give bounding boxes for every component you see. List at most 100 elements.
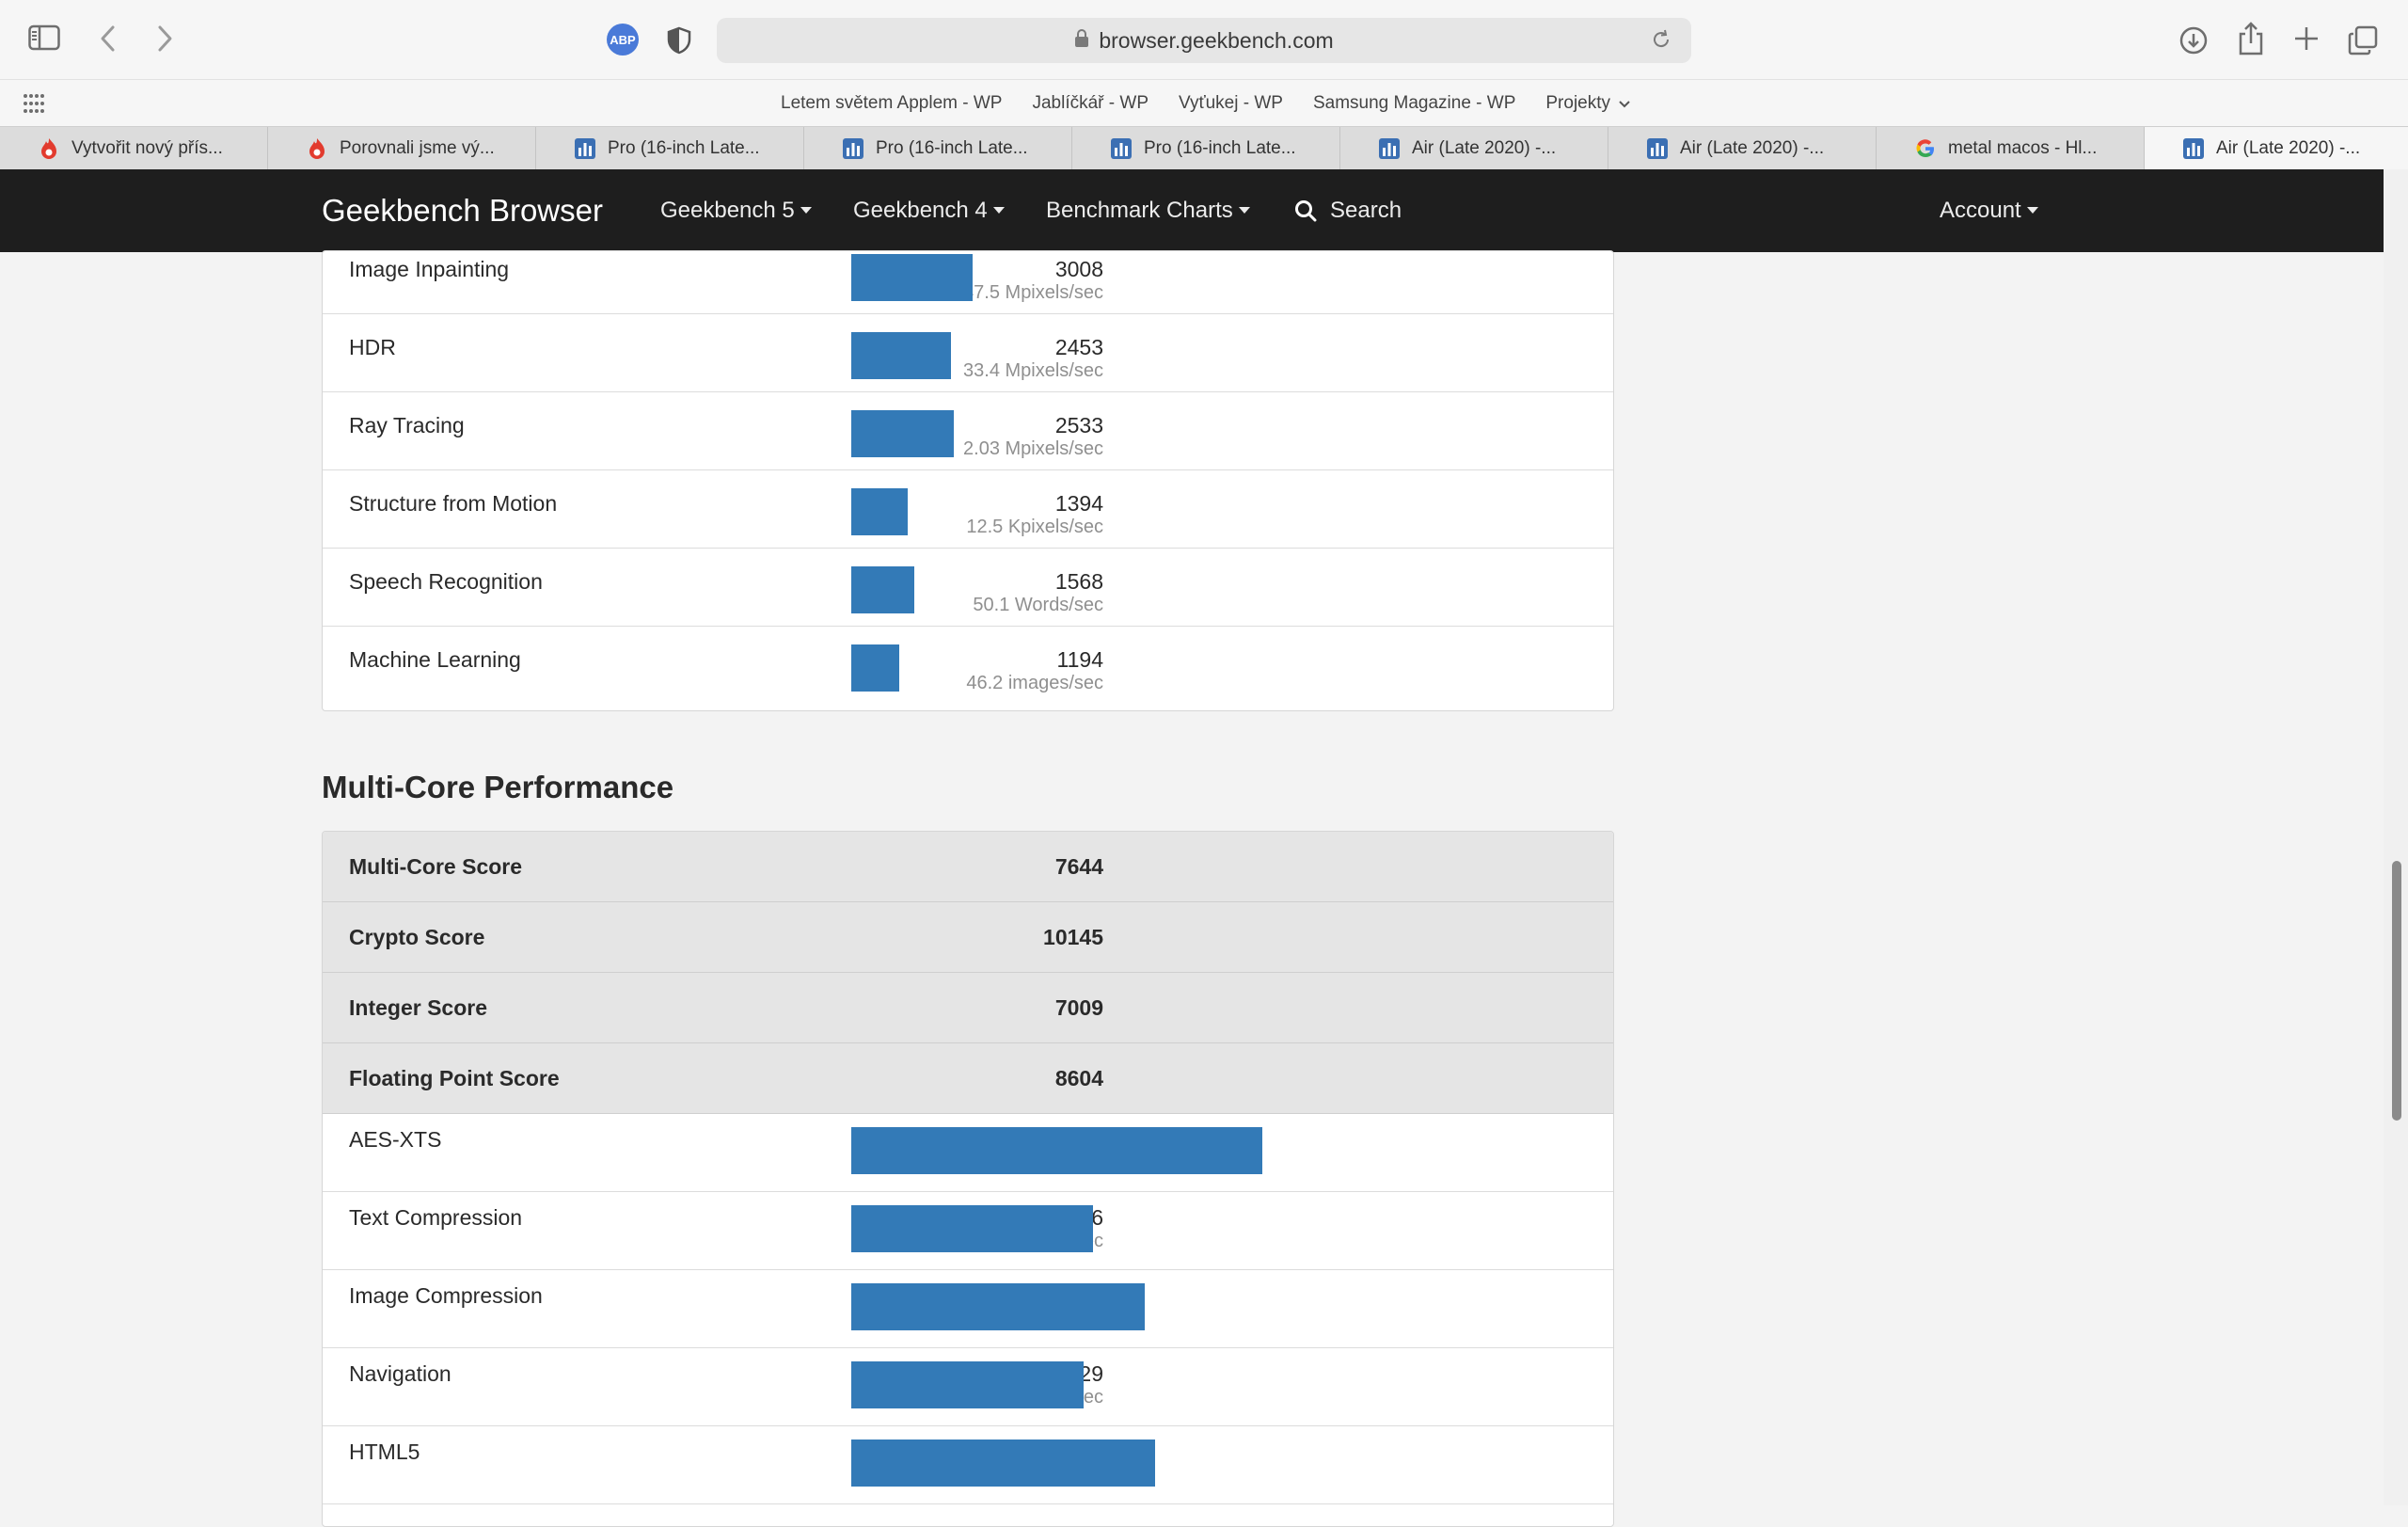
benchmark-row: HTML575018.81 MElements/sec (323, 1426, 1613, 1504)
workload-score: 2533 (1054, 413, 1103, 437)
back-icon[interactable] (100, 24, 117, 53)
browser-tab[interactable]: Vytvořit nový přís... (0, 127, 268, 170)
score-bar (851, 1205, 1093, 1252)
browser-toolbar: ABP browser.geekbench.com (0, 0, 2408, 79)
search-icon (1295, 200, 1317, 222)
score-bar (851, 644, 899, 692)
adblock-icon[interactable]: ABP (607, 24, 639, 56)
privacy-shield-icon[interactable] (667, 26, 691, 55)
tab-label: Pro (16-inch Late... (608, 138, 760, 158)
favorite-link[interactable]: Jablíčkář - WP (1032, 93, 1149, 114)
benchmark-row: Structure from Motion 1394 12.5 Kpixels/se… (323, 470, 1613, 549)
share-icon[interactable] (2237, 21, 2265, 56)
workload-throughput: 33.4 Mpixels/sec (963, 360, 1103, 381)
nav-geekbench-5[interactable]: Geekbench 5 (660, 169, 812, 252)
workload-score: 3008 (1054, 257, 1103, 281)
forward-icon[interactable] (156, 24, 173, 53)
browser-tab-active[interactable]: Air (Late 2020) -... (2145, 127, 2408, 170)
tab-label: metal macos - Hl... (1948, 138, 2098, 158)
workload-score: 1568 (1054, 569, 1103, 594)
favorite-link[interactable]: Letem světem Applem - WP (781, 93, 1002, 114)
workload-throughput: 46.2 images/sec (966, 673, 1103, 693)
tab-label: Air (Late 2020) -... (1680, 138, 1825, 158)
geekbench-icon (574, 137, 596, 160)
benchmark-row: Text Compression597630.2 MB/sec (323, 1192, 1613, 1270)
url-text: browser.geekbench.com (1099, 27, 1334, 53)
summary-score: 7009 (1054, 995, 1103, 1020)
geekbench-icon (1378, 137, 1401, 160)
nav-search[interactable]: Search (1294, 169, 1402, 252)
downloads-icon[interactable] (2178, 25, 2209, 56)
lock-icon (1074, 28, 1089, 54)
benchmark-row: Navigation572916.2 MTE/sec (323, 1348, 1613, 1426)
caret-down-icon (800, 206, 812, 214)
benchmark-row: Speech Recognition 1568 50.1 Words/sec (323, 549, 1613, 627)
google-icon (1914, 137, 1937, 160)
reload-icon[interactable] (1650, 28, 1672, 56)
summary-score: 7644 (1054, 854, 1103, 879)
address-bar[interactable]: browser.geekbench.com (717, 18, 1691, 63)
nav-geekbench-4[interactable]: Geekbench 4 (853, 169, 1005, 252)
favorite-link[interactable]: Samsung Magazine - WP (1313, 93, 1515, 114)
section-title: Multi-Core Performance (322, 770, 674, 804)
workload-score: 2453 (1054, 335, 1103, 359)
nav-label: Account (1940, 198, 2021, 223)
benchmark-row: AES-XTS1014517.3 GB/sec (323, 1114, 1613, 1192)
benchmark-row: HDR 2453 33.4 Mpixels/sec (323, 314, 1613, 392)
tab-label: Air (Late 2020) -... (2216, 138, 2361, 158)
page-scrollbar-track[interactable] (2384, 169, 2408, 1505)
geekbench-icon (1646, 137, 1669, 160)
nav-label: Search (1330, 198, 1402, 223)
summary-row: Multi-Core Score 7644 (323, 832, 1613, 902)
score-bar (851, 1127, 1262, 1174)
tab-label: Porovnali jsme vý... (340, 138, 495, 158)
workload-throughput: 50.1 Words/sec (973, 595, 1103, 615)
sidebar-toggle-icon[interactable] (28, 24, 60, 51)
flame-icon (306, 137, 328, 160)
browser-tab[interactable]: Air (Late 2020) -... (1608, 127, 1877, 170)
summary-row: Floating Point Score 8604 (323, 1043, 1613, 1114)
nav-account[interactable]: Account (1940, 169, 2038, 252)
score-bar (851, 1361, 1084, 1408)
apps-grid-icon[interactable] (23, 93, 45, 114)
favorites-list: Letem světem Applem - WP Jablíčkář - WP … (781, 80, 1631, 127)
multi-core-results-panel: Multi-Core Score 7644 Crypto Score 10145 Int… (322, 831, 1614, 1527)
browser-tab[interactable]: Pro (16-inch Late... (1072, 127, 1340, 170)
score-bar (851, 1283, 1145, 1330)
tab-bar: Vytvořit nový přís... Porovnali jsme vý.… (0, 126, 2408, 170)
workload-throughput: 12.5 Kpixels/sec (966, 517, 1103, 537)
browser-tab[interactable]: Pro (16-inch Late... (804, 127, 1072, 170)
benchmark-row: Image Inpainting 3008 147.5 Mpixels/sec (323, 251, 1613, 314)
geekbench-icon (842, 137, 864, 160)
flame-icon (38, 137, 60, 160)
favorite-link[interactable]: Vyťukej - WP (1179, 93, 1283, 114)
workload-throughput: 147.5 Mpixels/sec (952, 282, 1103, 303)
browser-tab[interactable]: Porovnali jsme vý... (268, 127, 536, 170)
page-scrollbar-thumb[interactable] (2392, 861, 2401, 1121)
benchmark-row: Machine Learning 1194 46.2 images/sec (323, 627, 1613, 705)
summary-score: 10145 (1043, 925, 1103, 949)
favorite-folder-projekty[interactable]: Projekty (1545, 93, 1631, 114)
score-bar (851, 488, 908, 535)
tab-label: Air (Late 2020) -... (1412, 138, 1557, 158)
site-brand[interactable]: Geekbench Browser (322, 169, 603, 252)
tab-label: Vytvořit nový přís... (71, 138, 223, 158)
summary-score: 8604 (1054, 1066, 1103, 1090)
score-bar (851, 254, 973, 301)
geekbench-icon (1110, 137, 1133, 160)
tab-overview-icon[interactable] (2348, 25, 2378, 56)
single-core-results-panel: Image Inpainting 3008 147.5 Mpixels/sec HDR… (322, 250, 1614, 711)
score-bar (851, 332, 951, 379)
site-navbar: Geekbench Browser Geekbench 5 Geekbench … (0, 169, 2384, 252)
favorites-bar: Letem světem Applem - WP Jablíčkář - WP … (0, 79, 2408, 127)
workload-score: 1394 (1054, 491, 1103, 516)
nav-label: Geekbench 4 (853, 198, 988, 223)
new-tab-icon[interactable] (2293, 25, 2320, 52)
caret-down-icon (2026, 206, 2038, 214)
browser-tab[interactable]: metal macos - Hl... (1877, 127, 2145, 170)
browser-tab[interactable]: Air (Late 2020) -... (1340, 127, 1608, 170)
nav-benchmark-charts[interactable]: Benchmark Charts (1046, 169, 1250, 252)
browser-tab[interactable]: Pro (16-inch Late... (536, 127, 804, 170)
nav-label: Benchmark Charts (1046, 198, 1233, 223)
nav-label: Geekbench 5 (660, 198, 795, 223)
